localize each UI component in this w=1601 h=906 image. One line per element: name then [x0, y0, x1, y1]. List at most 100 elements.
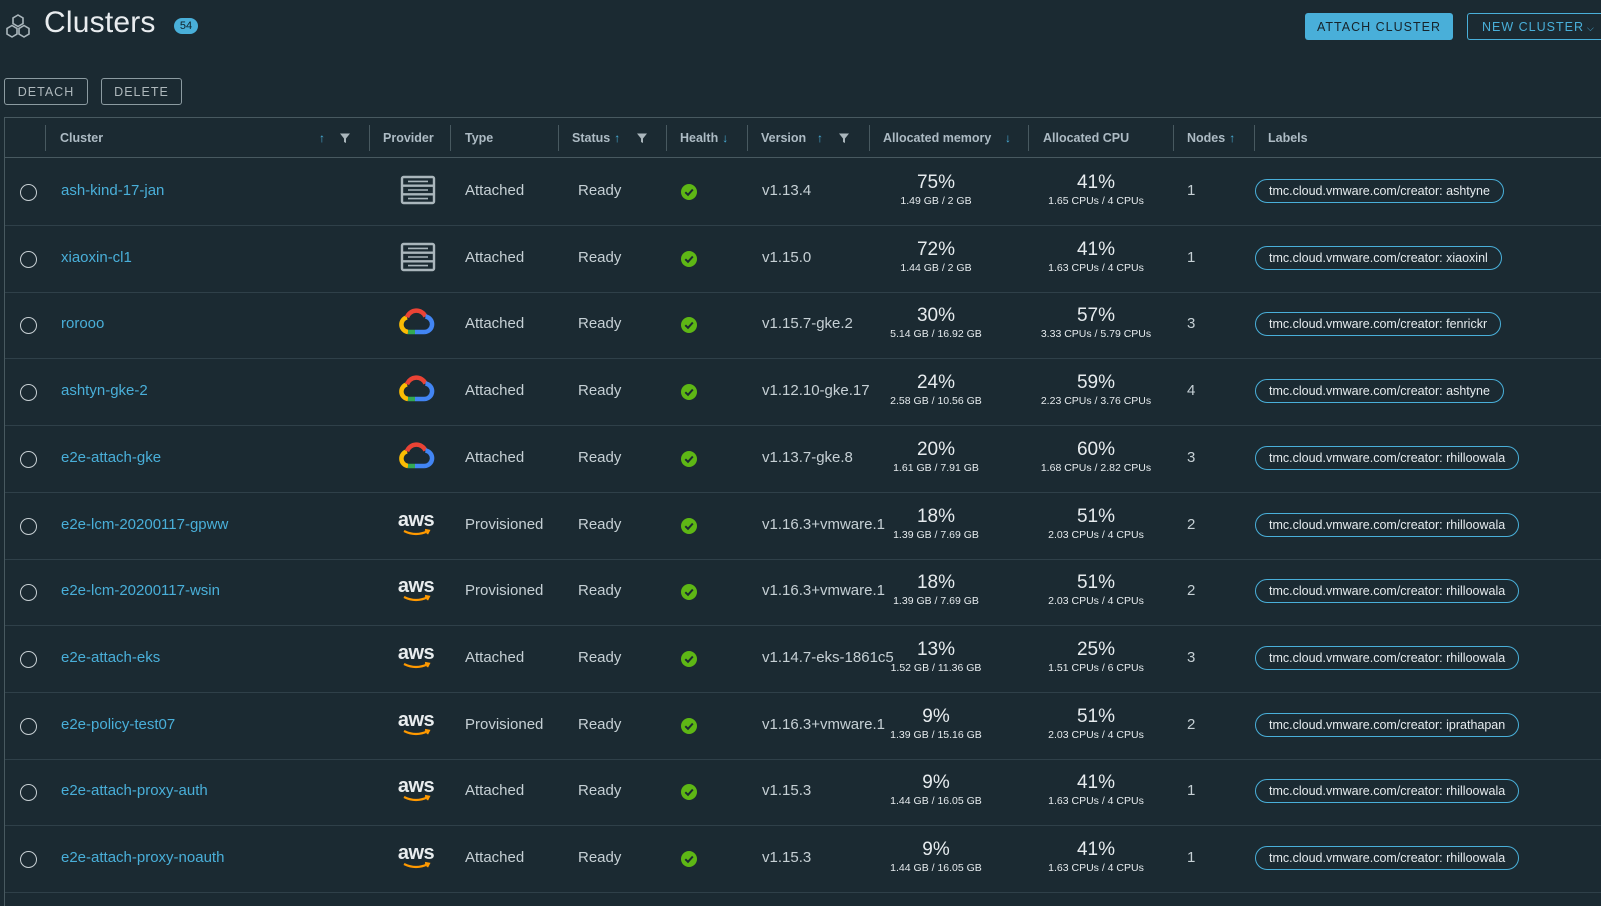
cluster-type: Provisioned [465, 582, 544, 600]
sort-ascending-icon[interactable]: ↑ [817, 118, 823, 158]
column-separator[interactable] [1173, 125, 1174, 151]
table-row[interactable]: e2e-attach-proxy-noauth aws Attached Rea… [5, 825, 1601, 893]
cluster-name-link[interactable]: e2e-policy-test07 [61, 716, 175, 733]
allocated-cpu: 41% 1.65 CPUs / 4 CPUs [1021, 172, 1171, 208]
row-select-radio[interactable] [20, 317, 37, 335]
cluster-name-link[interactable]: e2e-attach-eks [61, 649, 160, 666]
label-badge[interactable]: tmc.cloud.vmware.com/creator: rhilloowal… [1255, 779, 1520, 804]
column-separator[interactable] [1254, 125, 1255, 151]
row-select-radio[interactable] [20, 250, 37, 268]
new-cluster-button[interactable]: NEW CLUSTER ⌵ [1467, 13, 1601, 40]
row-select-radio[interactable] [20, 384, 37, 402]
column-separator[interactable] [45, 125, 46, 151]
sort-ascending-icon[interactable]: ↑ [1229, 131, 1235, 145]
row-select-radio[interactable] [20, 584, 37, 602]
filter-icon[interactable] [838, 132, 850, 144]
label-badge[interactable]: tmc.cloud.vmware.com/creator: rhilloowal… [1255, 846, 1520, 870]
table-row[interactable]: e2e-policy-test07 aws Provisioned Ready … [5, 692, 1601, 760]
label-badge[interactable]: tmc.cloud.vmware.com/creator: rhilloowal… [1255, 579, 1520, 604]
page-title: Clusters [44, 6, 156, 39]
column-header-provider[interactable]: Provider [383, 118, 434, 158]
row-select-radio[interactable] [20, 650, 37, 668]
cluster-name-link[interactable]: xiaoxin-cl1 [61, 249, 132, 266]
table-row[interactable]: e2e-lcm-20200117-gpww aws Provisioned Re… [5, 492, 1601, 560]
memory-percent: 9% [922, 839, 950, 860]
column-separator[interactable] [869, 125, 870, 151]
cluster-status: Ready [578, 448, 622, 466]
table-row[interactable]: e2e-lcm-20200117-wsin aws Provisioned Re… [5, 558, 1601, 627]
table-row[interactable]: xiaoxin-cl1 Attached Ready v1.15.0 72% 1… [5, 225, 1601, 293]
column-separator[interactable] [558, 125, 559, 151]
label-badge[interactable]: tmc.cloud.vmware.com/creator: rhilloowal… [1255, 512, 1520, 537]
column-header-labels[interactable]: Labels [1268, 118, 1308, 158]
memory-percent: 75% [916, 172, 956, 193]
label-badge[interactable]: tmc.cloud.vmware.com/creator: fenrickr [1255, 312, 1502, 337]
column-separator[interactable] [369, 125, 370, 151]
row-select-radio[interactable] [20, 184, 37, 201]
column-header-cluster[interactable]: Cluster [60, 118, 103, 158]
row-select-radio[interactable] [20, 717, 37, 735]
column-separator[interactable] [666, 125, 667, 151]
label-badge[interactable]: tmc.cloud.vmware.com/creator: rhilloowal… [1255, 445, 1520, 470]
column-header-nodes[interactable]: Nodes ↑ [1187, 118, 1235, 158]
table-row[interactable]: e2e-attach-gke Attached Ready v1.13.7-gk… [5, 425, 1601, 493]
sort-descending-icon[interactable]: ↓ [1005, 118, 1011, 158]
filter-icon[interactable] [339, 132, 351, 144]
cpu-detail: 2.03 CPUs / 4 CPUs [1048, 728, 1144, 741]
cluster-type: Provisioned [465, 715, 544, 733]
sort-ascending-icon[interactable]: ↑ [319, 118, 325, 158]
cpu-detail: 2.03 CPUs / 4 CPUs [1048, 528, 1144, 541]
sort-ascending-icon[interactable]: ↑ [614, 131, 620, 145]
column-header-allocated-cpu[interactable]: Allocated CPU [1043, 118, 1129, 158]
column-header-health[interactable]: Health ↓ [680, 118, 728, 158]
column-header-version[interactable]: Version [761, 118, 806, 158]
cluster-name-link[interactable]: ashtyn-gke-2 [61, 382, 148, 399]
table-row[interactable]: ash-kind-17-jan Attached Ready v1.13.4 7… [5, 158, 1601, 226]
attach-cluster-button[interactable]: ATTACH CLUSTER [1305, 13, 1453, 40]
kubernetes-version: v1.13.4 [762, 182, 812, 199]
row-select-radio[interactable] [20, 517, 37, 535]
cluster-name-link[interactable]: e2e-attach-proxy-noauth [61, 849, 224, 866]
cluster-type: Attached [465, 248, 525, 266]
sort-descending-icon[interactable]: ↓ [722, 131, 728, 145]
allocated-cpu: 59% 2.23 CPUs / 3.76 CPUs [1021, 372, 1171, 408]
table-row[interactable]: e2e-attach-eks aws Attached Ready v1.14.… [5, 625, 1601, 693]
column-label-labels: Labels [1268, 131, 1308, 145]
cluster-name-link[interactable]: e2e-attach-gke [61, 449, 161, 466]
table-row[interactable]: e2e-attach-proxy-auth aws Attached Ready… [5, 758, 1601, 827]
label-badge[interactable]: tmc.cloud.vmware.com/creator: ashtyne [1255, 179, 1504, 203]
cluster-name-link[interactable]: e2e-attach-proxy-auth [61, 782, 208, 799]
column-separator[interactable] [1028, 125, 1029, 151]
cluster-name-link[interactable]: e2e-lcm-20200117-gpww [61, 516, 228, 533]
filter-icon[interactable] [636, 132, 648, 144]
svg-text:aws: aws [398, 709, 435, 731]
column-header-status[interactable]: Status ↑ [572, 118, 620, 158]
column-separator[interactable] [747, 125, 748, 151]
table-row[interactable]: rorooo Attached Ready v1.15.7-gke.2 30% … [5, 291, 1601, 360]
label-badge[interactable]: tmc.cloud.vmware.com/creator: rhilloowal… [1255, 645, 1520, 670]
cpu-percent: 51% [1076, 705, 1116, 727]
cpu-percent: 60% [1076, 438, 1116, 460]
table-row[interactable]: ashtyn-gke-2 Attached Ready v1.12.10-gke… [5, 358, 1601, 427]
node-count: 1 [1187, 248, 1196, 266]
cpu-detail: 1.63 CPUs / 4 CPUs [1048, 862, 1144, 874]
cpu-percent: 41% [1076, 772, 1116, 794]
column-header-type[interactable]: Type [465, 118, 493, 158]
label-badge[interactable]: tmc.cloud.vmware.com/creator: xiaoxinl [1255, 245, 1502, 270]
delete-button[interactable]: DELETE [101, 78, 182, 105]
column-header-allocated-memory[interactable]: Allocated memory [883, 118, 991, 158]
cluster-name-link[interactable]: ash-kind-17-jan [61, 182, 164, 199]
label-badge[interactable]: tmc.cloud.vmware.com/creator: iprathapan [1255, 712, 1520, 737]
svg-text:aws: aws [398, 575, 435, 597]
row-select-radio[interactable] [20, 450, 37, 468]
label-badge[interactable]: tmc.cloud.vmware.com/creator: ashtyne [1255, 379, 1504, 404]
column-separator[interactable] [450, 125, 451, 151]
detach-button[interactable]: DETACH [4, 78, 88, 105]
cluster-type: Attached [465, 182, 525, 199]
row-select-radio[interactable] [20, 851, 37, 868]
row-select-radio[interactable] [20, 784, 37, 802]
cluster-name-link[interactable]: e2e-lcm-20200117-wsin [61, 582, 220, 599]
cluster-name-link[interactable]: rorooo [61, 315, 104, 332]
cpu-percent: 59% [1076, 372, 1116, 394]
cpu-detail: 3.33 CPUs / 5.79 CPUs [1040, 328, 1152, 341]
